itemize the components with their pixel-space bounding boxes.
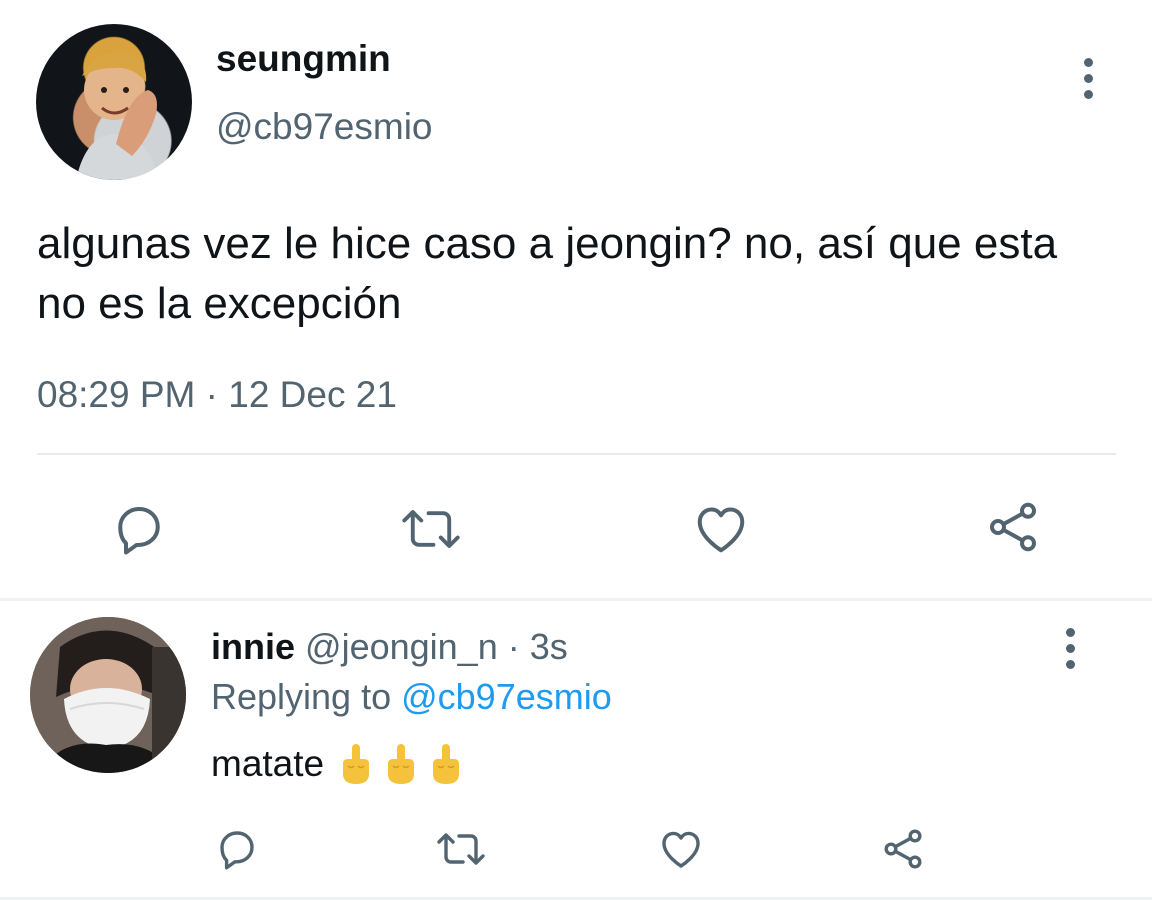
reply-handle-time[interactable]: @jeongin_n · 3s bbox=[305, 626, 568, 667]
replying-to: Replying to @cb97esmio bbox=[211, 676, 612, 718]
avatar[interactable] bbox=[36, 24, 192, 180]
reply-text: matate bbox=[211, 743, 325, 784]
avatar-photo bbox=[40, 24, 160, 180]
main-tweet[interactable]: seungmin @cb97esmio algunas vez le hice … bbox=[0, 0, 1152, 598]
middle-finger-emoji bbox=[433, 744, 460, 784]
more-options-icon[interactable] bbox=[1060, 628, 1080, 669]
middle-finger-emoji bbox=[343, 744, 370, 784]
share-icon[interactable] bbox=[982, 496, 1044, 558]
reply-icon[interactable] bbox=[108, 498, 170, 560]
middle-finger-emoji bbox=[388, 744, 415, 784]
more-options-icon[interactable] bbox=[1078, 58, 1098, 99]
like-icon[interactable] bbox=[690, 498, 752, 560]
tweet-thread: seungmin @cb97esmio algunas vez le hice … bbox=[0, 0, 1152, 900]
replying-prefix: Replying to bbox=[211, 676, 402, 717]
emoji-group bbox=[338, 742, 464, 786]
user-handle[interactable]: @cb97esmio bbox=[216, 106, 433, 148]
tweet-text: algunas vez le hice caso a jeongin? no, … bbox=[37, 219, 1058, 328]
tweet-timestamp[interactable]: 08:29 PM · 12 Dec 21 bbox=[37, 374, 397, 416]
replying-mention-link[interactable]: @cb97esmio bbox=[401, 676, 612, 717]
retweet-icon[interactable] bbox=[432, 824, 490, 874]
retweet-icon[interactable] bbox=[396, 498, 466, 560]
avatar-photo bbox=[30, 617, 186, 773]
reply-icon[interactable] bbox=[212, 824, 262, 874]
thread-divider bbox=[0, 598, 1152, 601]
reply-header: innie @jeongin_n · 3s bbox=[211, 626, 568, 668]
reply-avatar[interactable] bbox=[30, 617, 186, 773]
share-icon[interactable] bbox=[878, 824, 928, 874]
divider bbox=[37, 453, 1116, 455]
reply-text-row: matate bbox=[211, 742, 464, 786]
display-name[interactable]: seungmin bbox=[216, 38, 391, 80]
like-icon[interactable] bbox=[656, 824, 706, 874]
reply-display-name[interactable]: innie bbox=[211, 626, 295, 667]
